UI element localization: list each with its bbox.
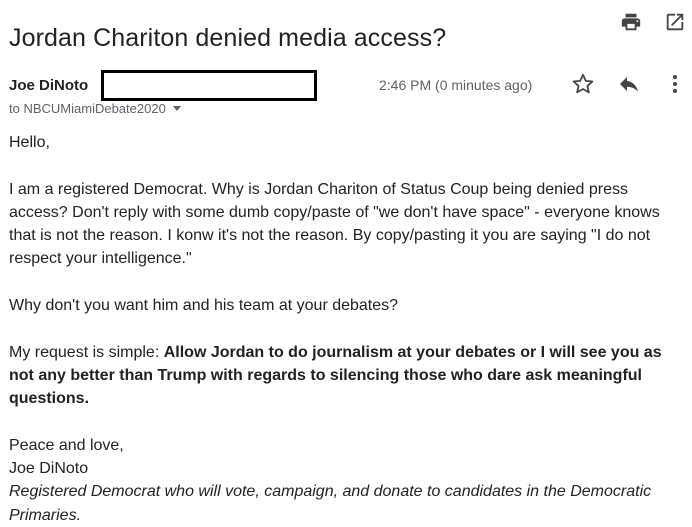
print-button[interactable]	[619, 10, 643, 34]
email-subject: Jordan Chariton denied media access?	[9, 23, 447, 52]
message-actions	[571, 72, 687, 96]
redacted-email-box	[101, 70, 317, 101]
signature-title-wrap: Registered Democrat who will vote, campa…	[9, 480, 689, 527]
sender-row: Joe DiNoto 2:46 PM (0 minutes ago)	[9, 70, 687, 101]
email-body: Hello, I am a registered Democrat. Why i…	[9, 131, 689, 527]
signature-name: Joe DiNoto	[9, 460, 89, 478]
email-top-toolbar	[619, 10, 687, 34]
signature-title: Registered Democrat who will vote, campa…	[9, 483, 652, 524]
open-in-new-window-icon	[666, 13, 684, 31]
body-paragraph-2: Why don't you want him and his team at y…	[9, 297, 399, 315]
recipient-line[interactable]: to NBCUMiamiDebate2020	[9, 101, 181, 116]
star-button[interactable]	[571, 72, 595, 96]
printer-icon	[621, 13, 641, 31]
more-vert-icon	[673, 75, 677, 93]
more-options-button[interactable]	[663, 72, 687, 96]
closing: Peace and love,	[9, 436, 124, 454]
sender-name[interactable]: Joe DiNoto	[9, 77, 88, 94]
body-paragraph-1: I am a registered Democrat. Why is Jorda…	[9, 180, 660, 268]
request-prefix: My request is simple:	[9, 343, 164, 361]
chevron-down-icon[interactable]	[172, 106, 181, 111]
body-paragraph-3: My request is simple: Allow Jordan to do…	[9, 341, 689, 411]
star-icon	[572, 73, 594, 94]
reply-button[interactable]	[617, 72, 641, 96]
open-in-new-window-button[interactable]	[663, 10, 687, 34]
recipient-text: to NBCUMiamiDebate2020	[9, 101, 166, 116]
email-timestamp: 2:46 PM (0 minutes ago)	[379, 77, 533, 93]
greeting: Hello,	[9, 134, 50, 151]
reply-icon	[620, 77, 638, 92]
